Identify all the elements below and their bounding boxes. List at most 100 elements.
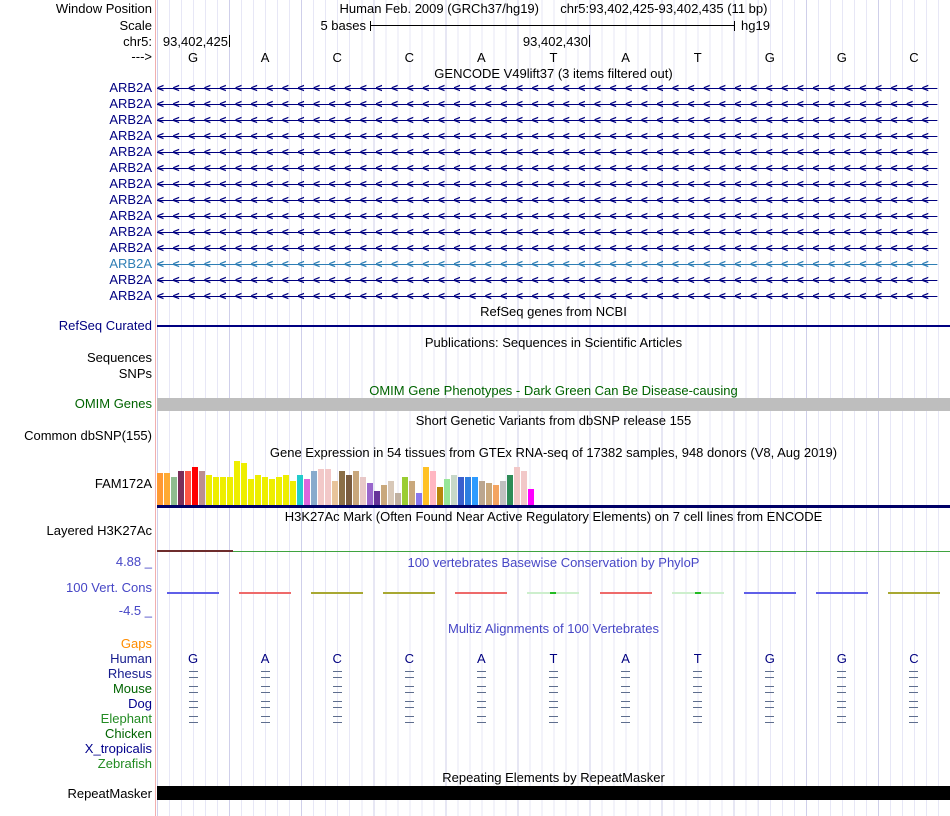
gtex-tissue-bar[interactable] [444,479,450,505]
gtex-tissue-bar[interactable] [528,489,534,505]
gencode-gene-label[interactable]: ARB2A [0,288,152,304]
gtex-tissue-bar[interactable] [269,479,275,505]
gencode-transcript-arrows[interactable]: <<<<<<<<<<<<<<<<<<<<<<<<<<<<<<<<<<<<<<<<… [157,208,950,224]
gencode-gene-label[interactable]: ARB2A [0,208,152,224]
gencode-gene-label[interactable]: ARB2A [0,224,152,240]
gencode-gene-label[interactable]: ARB2A [0,192,152,208]
gtex-tissue-bar[interactable] [178,471,184,505]
gtex-tissue-bar[interactable] [206,475,212,505]
gencode-gene-label[interactable]: ARB2A [0,160,152,176]
gtex-tissue-bar[interactable] [255,475,261,505]
phylop-dash[interactable] [887,592,940,594]
refseq-gene-line[interactable] [157,325,950,327]
gencode-transcript-arrows[interactable]: <<<<<<<<<<<<<<<<<<<<<<<<<<<<<<<<<<<<<<<<… [157,272,950,288]
h3k27ac-label[interactable]: Layered H3K27Ac [0,523,152,539]
phylop-dash[interactable] [383,592,436,594]
h3k27ac-signal-line[interactable] [157,551,950,552]
gtex-tissue-bar[interactable] [346,475,352,505]
gtex-tissue-bar[interactable] [290,481,296,505]
gtex-tissue-bar[interactable] [360,477,366,505]
gencode-gene-label[interactable]: ARB2A [0,176,152,192]
multiz-species-label[interactable]: Zebrafish [0,756,152,772]
gencode-transcript-arrows[interactable]: <<<<<<<<<<<<<<<<<<<<<<<<<<<<<<<<<<<<<<<<… [157,176,950,192]
multiz-species-label[interactable]: Mouse [0,681,152,697]
repeatmasker-label[interactable]: RepeatMasker [0,786,152,802]
gencode-transcript-arrows[interactable]: <<<<<<<<<<<<<<<<<<<<<<<<<<<<<<<<<<<<<<<<… [157,256,950,272]
gtex-tissue-bar[interactable] [514,467,520,505]
gtex-tissue-bar[interactable] [157,473,163,505]
gtex-tissue-bar[interactable] [192,467,198,505]
sequences-label[interactable]: Sequences [0,350,152,366]
gtex-tissue-bar[interactable] [248,479,254,505]
gtex-tissue-bar[interactable] [276,477,282,505]
gtex-tissue-bar[interactable] [437,487,443,505]
refseq-curated-label[interactable]: RefSeq Curated [0,318,152,334]
gtex-bar-chart[interactable] [157,461,535,505]
gencode-transcript-arrows[interactable]: <<<<<<<<<<<<<<<<<<<<<<<<<<<<<<<<<<<<<<<<… [157,192,950,208]
gencode-transcript-arrows[interactable]: <<<<<<<<<<<<<<<<<<<<<<<<<<<<<<<<<<<<<<<<… [157,96,950,112]
gtex-tissue-bar[interactable] [416,493,422,505]
omim-genes-label[interactable]: OMIM Genes [0,396,152,412]
multiz-species-label[interactable]: Gaps [0,636,152,652]
gtex-tissue-bar[interactable] [332,481,338,505]
gtex-gene-label[interactable]: FAM172A [0,476,152,492]
gtex-tissue-bar[interactable] [500,481,506,505]
gtex-tissue-bar[interactable] [374,491,380,505]
gtex-tissue-bar[interactable] [234,461,240,505]
snps-label[interactable]: SNPs [0,366,152,382]
gencode-transcript-arrows[interactable]: <<<<<<<<<<<<<<<<<<<<<<<<<<<<<<<<<<<<<<<<… [157,144,950,160]
gencode-gene-label[interactable]: ARB2A [0,112,152,128]
gtex-tissue-bar[interactable] [465,477,471,505]
gtex-tissue-bar[interactable] [297,475,303,505]
multiz-species-label[interactable]: Elephant [0,711,152,727]
phylop-dash[interactable] [815,592,868,594]
gtex-tissue-bar[interactable] [521,471,527,505]
gtex-tissue-bar[interactable] [493,485,499,505]
gtex-tissue-bar[interactable] [402,477,408,505]
phylop-dash[interactable] [527,592,580,594]
phylop-dash[interactable] [743,592,796,594]
phylop-track-label[interactable]: 100 Vert. Cons [0,580,152,596]
gencode-gene-label[interactable]: ARB2A [0,272,152,288]
gtex-tissue-bar[interactable] [318,469,324,505]
gtex-tissue-bar[interactable] [283,475,289,505]
gtex-tissue-bar[interactable] [339,471,345,505]
gtex-tissue-bar[interactable] [171,477,177,505]
gtex-tissue-bar[interactable] [507,475,513,505]
gtex-tissue-bar[interactable] [472,477,478,505]
gtex-tissue-bar[interactable] [430,471,436,505]
gtex-tissue-bar[interactable] [213,477,219,505]
gtex-tissue-bar[interactable] [311,471,317,505]
phylop-dash[interactable] [311,592,364,594]
multiz-species-label[interactable]: Chicken [0,726,152,742]
multiz-species-label[interactable]: Human [0,651,152,667]
gtex-tissue-bar[interactable] [458,477,464,505]
gtex-tissue-bar[interactable] [409,481,415,505]
gtex-tissue-bar[interactable] [479,481,485,505]
gtex-tissue-bar[interactable] [353,471,359,505]
phylop-dash[interactable] [455,592,508,594]
gencode-transcript-arrows[interactable]: <<<<<<<<<<<<<<<<<<<<<<<<<<<<<<<<<<<<<<<<… [157,112,950,128]
gencode-gene-label[interactable]: ARB2A [0,128,152,144]
gtex-tissue-bar[interactable] [381,485,387,505]
gtex-tissue-bar[interactable] [388,481,394,505]
gencode-transcript-arrows[interactable]: <<<<<<<<<<<<<<<<<<<<<<<<<<<<<<<<<<<<<<<<… [157,224,950,240]
gtex-tissue-bar[interactable] [227,477,233,505]
gencode-gene-label[interactable]: ARB2A [0,144,152,160]
phylop-dash[interactable] [599,592,652,594]
omim-gene-bar[interactable] [157,398,950,411]
gencode-gene-label[interactable]: ARB2A [0,96,152,112]
gtex-tissue-bar[interactable] [451,475,457,505]
gtex-tissue-bar[interactable] [325,469,331,505]
gencode-transcript-arrows[interactable]: <<<<<<<<<<<<<<<<<<<<<<<<<<<<<<<<<<<<<<<<… [157,240,950,256]
repeatmasker-bar[interactable] [157,786,950,800]
multiz-species-label[interactable]: Dog [0,696,152,712]
h3k27ac-signal-segment[interactable] [157,550,233,552]
gtex-tissue-bar[interactable] [185,471,191,505]
gencode-gene-label[interactable]: ARB2A [0,240,152,256]
gencode-transcript-arrows[interactable]: <<<<<<<<<<<<<<<<<<<<<<<<<<<<<<<<<<<<<<<<… [157,128,950,144]
gencode-transcript-arrows[interactable]: <<<<<<<<<<<<<<<<<<<<<<<<<<<<<<<<<<<<<<<<… [157,288,950,304]
gtex-tissue-bar[interactable] [486,483,492,505]
phylop-dash[interactable] [239,592,292,594]
gencode-transcript-arrows[interactable]: <<<<<<<<<<<<<<<<<<<<<<<<<<<<<<<<<<<<<<<<… [157,160,950,176]
